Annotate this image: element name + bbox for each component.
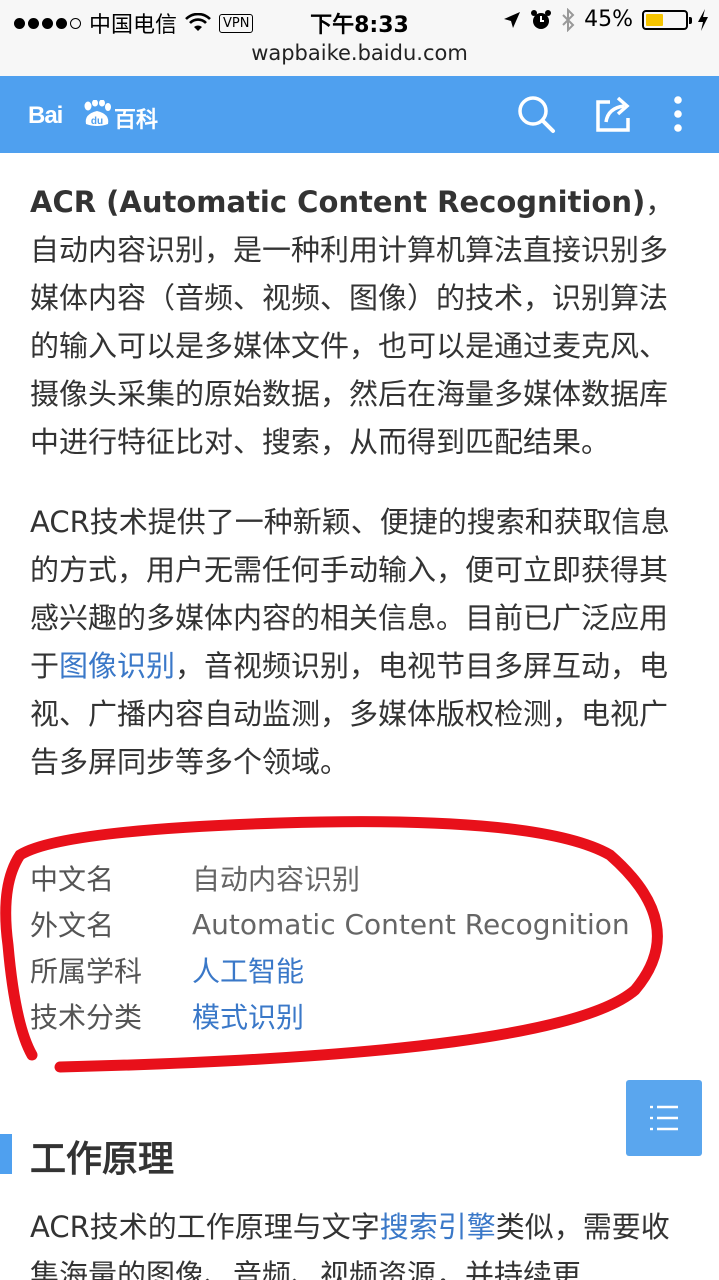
- image-recognition-link[interactable]: 图像识别: [59, 649, 175, 683]
- infobox-value-link[interactable]: 模式识别: [192, 996, 304, 1036]
- battery-icon: [642, 9, 692, 30]
- infobox: 中文名 自动内容识别 外文名 Automatic Content Recogni…: [30, 855, 670, 1039]
- applications-paragraph: ACR技术提供了一种新颖、便捷的搜索和获取信息的方式，用户无需任何手动输入，便可…: [30, 498, 690, 786]
- site-header: Bai du 百科: [0, 76, 719, 153]
- logo-bai-text: Bai: [28, 102, 63, 129]
- section-accent-bar: [0, 1134, 12, 1174]
- infobox-row: 中文名 自动内容识别: [30, 855, 670, 901]
- article-content: ACR (Automatic Content Recognition)，自动内容…: [30, 178, 690, 786]
- infobox-value: 自动内容识别: [192, 863, 361, 896]
- infobox-key: 所属学科: [30, 955, 143, 988]
- intro-text: ，自动内容识别，是一种利用计算机算法直接识别多媒体内容（音频、视频、图像）的技术…: [30, 185, 675, 459]
- infobox-row: 外文名 Automatic Content Recognition: [30, 901, 670, 947]
- infobox-row: 所属学科 人工智能: [30, 947, 670, 993]
- charging-bolt-icon: [698, 8, 708, 31]
- infobox-value: Automatic Content Recognition: [192, 907, 630, 941]
- search-icon[interactable]: [516, 94, 556, 134]
- infobox-key: 技术分类: [30, 1001, 143, 1034]
- paw-icon: du: [84, 100, 111, 127]
- infobox-row: 技术分类 模式识别: [30, 993, 670, 1039]
- principle-text-a: ACR技术的工作原理与文字: [30, 1210, 380, 1244]
- infobox-key: 中文名: [30, 863, 115, 896]
- logo-du-text: du: [91, 116, 103, 127]
- search-engine-link[interactable]: 搜索引擎: [380, 1210, 496, 1244]
- term-bold: ACR (Automatic Content Recognition): [30, 185, 646, 219]
- bluetooth-icon: [562, 7, 575, 32]
- infobox-value-link[interactable]: 人工智能: [192, 950, 304, 990]
- more-menu-icon[interactable]: [658, 94, 698, 134]
- section-title: 工作原理: [30, 1139, 175, 1180]
- url-text: wapbaike.baidu.com: [251, 41, 468, 65]
- url-bar[interactable]: wapbaike.baidu.com: [0, 40, 719, 76]
- location-arrow-icon: [504, 11, 521, 28]
- share-icon[interactable]: [594, 94, 634, 134]
- intro-paragraph: ACR (Automatic Content Recognition)，自动内容…: [30, 178, 690, 466]
- battery-percent: 45%: [584, 7, 633, 32]
- battery-level: [646, 13, 664, 26]
- infobox-key: 外文名: [30, 909, 115, 942]
- logo-baike-text: 百科: [114, 108, 159, 133]
- alarm-clock-icon: [531, 9, 552, 29]
- baidu-baike-logo[interactable]: Bai du 百科: [28, 90, 168, 138]
- principle-paragraph: ACR技术的工作原理与文字搜索引擎类似，需要收集海量的图像、音频、视频资源，并持…: [30, 1203, 690, 1280]
- section-heading: 工作原理: [0, 1130, 719, 1180]
- status-bar: 中国电信 VPN 下午8:33 45%: [0, 0, 719, 40]
